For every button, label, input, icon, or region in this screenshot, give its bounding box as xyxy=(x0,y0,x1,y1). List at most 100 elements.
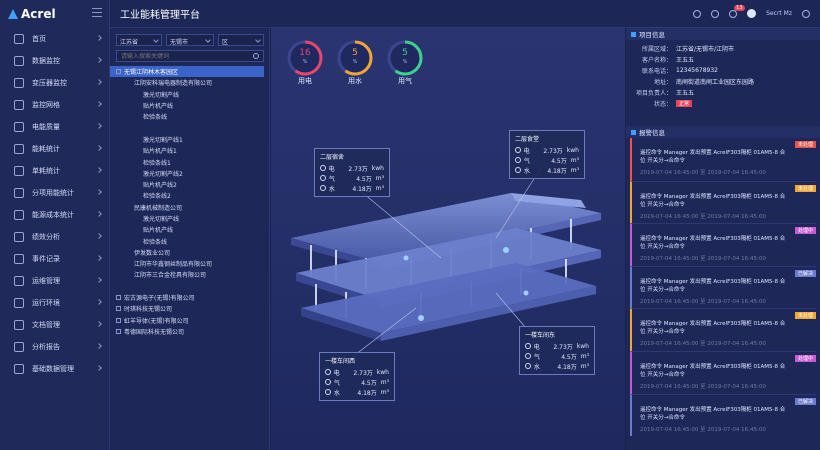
sidebar-item[interactable]: 运维管理 xyxy=(0,270,109,292)
bell-icon[interactable]: 13 xyxy=(729,4,745,18)
avatar[interactable] xyxy=(747,9,757,18)
sidebar-item[interactable]: 分析报告 xyxy=(0,336,109,358)
sidebar-item[interactable]: 首页 xyxy=(0,28,109,50)
tree-node[interactable]: 贴片机产线 xyxy=(110,100,269,111)
status-badge: 正常 xyxy=(676,100,693,107)
sidebar-item[interactable]: 监控网格 xyxy=(0,94,109,116)
metric-unit: m³ xyxy=(375,184,384,192)
tree-node[interactable]: 江阴市三合金栓具有限公司 xyxy=(110,269,269,280)
district-select[interactable]: 区 xyxy=(218,34,264,46)
user-name[interactable]: Secrt Mz xyxy=(766,10,792,17)
tree-node[interactable] xyxy=(110,281,269,292)
tree-node[interactable]: 激光切割产线1 xyxy=(110,134,269,145)
tree-node[interactable]: 无锡江阴林木客园区 xyxy=(110,66,264,78)
area-card[interactable]: 一楼车间西电 2.73万 kwh 气 4.5万 m³ 水 4.18万 m³ xyxy=(319,352,395,401)
notification-badge: 13 xyxy=(734,4,745,11)
sidebar-item[interactable]: 变压器监控 xyxy=(0,72,109,94)
metric-unit: m³ xyxy=(375,174,384,182)
sidebar-item[interactable]: 电能质量 xyxy=(0,116,109,138)
alarm-header: 报警信息 xyxy=(626,126,820,138)
chevron-icon xyxy=(96,35,102,41)
tree-node[interactable] xyxy=(110,122,269,133)
sidebar-item-label: 文档管理 xyxy=(32,321,60,329)
metric-value: 4.5万 xyxy=(561,353,577,361)
alarm-text: 遥控命令 Manager 发出预置 AcrelF303隔柜 01AM5-8 合位… xyxy=(640,321,786,336)
tree-node[interactable]: 粤德国际科技无锡公司 xyxy=(110,326,269,337)
tree-node[interactable]: 贴片机产线1 xyxy=(110,145,269,156)
area-card[interactable]: 二层宿舍电 2.73万 kwh 气 4.5万 m³ 水 4.18万 m³ xyxy=(314,148,390,197)
project-info: 所属区域： 江苏省/无锡市/江阴市 客户名称： 王五五 联系电话： 12345678932… xyxy=(626,40,820,112)
sidebar-item[interactable]: 能耗统计 xyxy=(0,138,109,160)
water-icon xyxy=(325,389,331,395)
chevron-icon xyxy=(96,343,102,349)
tree-node[interactable]: 检验条线 xyxy=(110,235,269,246)
sidebar-item[interactable]: 运行环境 xyxy=(0,292,109,314)
alarm-item[interactable]: 已解决 遥控命令 Manager 发出预置 AcrelF303隔柜 01AM5-8… xyxy=(630,393,816,437)
unit-icon xyxy=(14,166,24,176)
sidebar-item[interactable]: 基础数据管理 xyxy=(0,358,109,380)
sidebar-item-label: 首页 xyxy=(32,35,46,43)
sidebar: Acrel 首页 数据监控 变压器监控 监控网格 电能质量 能耗统计 单耗统计 分项用能统计能… xyxy=(0,0,110,450)
province-select[interactable]: 江苏省 xyxy=(116,34,162,46)
alarm-status-badge: 未处理 xyxy=(794,184,816,192)
tree-node[interactable]: 时琪科技无锡公司 xyxy=(110,303,269,314)
sidebar-item[interactable]: 分项用能统计 xyxy=(0,182,109,204)
sidebar-item[interactable]: 数据监控 xyxy=(0,50,109,72)
tree-node[interactable]: 检验条线 xyxy=(110,111,269,122)
tree-expand-icon[interactable] xyxy=(116,69,121,75)
sidebar-item[interactable]: 事件记录 xyxy=(0,248,109,270)
tree-node[interactable]: 伊发数业公司 xyxy=(110,247,269,258)
tree-node[interactable]: 激光切割产线 xyxy=(110,89,269,100)
sidebar-item[interactable]: 文档管理 xyxy=(0,314,109,336)
settings-icon[interactable] xyxy=(802,9,810,18)
sidebar-item-label: 能源成本统计 xyxy=(32,211,74,219)
tree-node[interactable]: 虹羊导体(无锡)有限公司 xyxy=(110,315,269,326)
area-card-title: 二层食堂 xyxy=(515,136,540,143)
alarm-item[interactable]: 未处理 遥控命令 Manager 发出预置 AcrelF303隔柜 01AM5-8… xyxy=(630,180,816,224)
tree-expand-icon[interactable] xyxy=(116,306,121,312)
tree-expand-icon[interactable] xyxy=(116,328,121,334)
tree-search-input[interactable] xyxy=(121,53,241,60)
tree-node[interactable]: 宏古源电子(无锡)有限公司 xyxy=(110,292,269,303)
search-icon[interactable] xyxy=(693,9,702,18)
tree-node[interactable]: 检验条线2 xyxy=(110,190,269,201)
area-card[interactable]: 一楼车间东电 2.73万 kwh 气 4.5万 m³ 水 4.18万 m³ xyxy=(519,326,595,375)
search-icon[interactable] xyxy=(253,53,259,59)
tree-node[interactable]: 激光切割产线 xyxy=(110,213,269,224)
info-icon xyxy=(631,31,636,37)
tree-node-label: 时琪科技无锡公司 xyxy=(124,306,173,314)
tree-node[interactable]: 民康机械制造公司 xyxy=(110,202,269,213)
alarm-item[interactable]: 处理中 遥控命令 Manager 发出预置 AcrelF303隔柜 01AM5-8… xyxy=(630,350,816,394)
tree-node-label: 激光切割产线 xyxy=(143,216,180,223)
tree-expand-icon[interactable] xyxy=(116,317,121,323)
help-icon[interactable] xyxy=(711,9,720,18)
tree-node[interactable]: 江阴安科瑞电器制造有限公司 xyxy=(110,77,269,88)
gas-icon xyxy=(515,157,521,163)
chevron-icon xyxy=(96,101,102,107)
chevron-icon xyxy=(96,57,102,63)
sidebar-item[interactable]: 能源成本统计 xyxy=(0,204,109,226)
area-card[interactable]: 二层食堂电 2.73万 kwh 气 4.5万 m³ 水 4.18万 m³ xyxy=(509,130,585,179)
city-select[interactable]: 无锡市 xyxy=(166,34,214,46)
tree-node-label: 无锡江阴林木客园区 xyxy=(124,69,179,77)
tree-node-label: 检验条线 xyxy=(143,238,168,246)
menu-toggle-icon[interactable] xyxy=(92,8,102,18)
alarm-item[interactable]: 处理中 遥控命令 Manager 发出预置 AcrelF303隔柜 01AM5-8… xyxy=(630,223,816,266)
tree-node[interactable]: 江阴市华鑫钢丝制品有限公司 xyxy=(110,258,269,269)
metric-unit: kwh xyxy=(376,368,389,376)
sidebar-item[interactable]: 单耗统计 xyxy=(0,160,109,182)
tree-expand-icon[interactable] xyxy=(116,295,121,301)
tree-node[interactable]: 贴片机产线2 xyxy=(110,179,269,190)
tree-node[interactable]: 检验条线1 xyxy=(110,156,269,167)
org-tree-panel: 江苏省 无锡市 区 无锡江阴林木客园区江阴安科瑞电器制造有限公司激光切割产线贴片… xyxy=(110,28,270,450)
gas-icon xyxy=(525,353,531,359)
tree-node[interactable]: 贴片机产线 xyxy=(110,224,269,235)
alarm-item[interactable]: 未处理 遥控命令 Manager 发出预置 AcrelF303隔柜 01AM5-8… xyxy=(630,138,816,181)
metric-row: 水 4.18万 m³ xyxy=(515,165,579,175)
alarm-item[interactable]: 已解决 遥控命令 Manager 发出预置 AcrelF303隔柜 01AM5-8… xyxy=(630,265,816,309)
info-row: 联系电话： 12345678932 xyxy=(626,65,820,76)
chevron-icon xyxy=(96,255,102,261)
tree-node[interactable]: 激光切割产线2 xyxy=(110,168,269,179)
alarm-item[interactable]: 未处理 遥控命令 Manager 发出预置 AcrelF303隔柜 01AM5-8… xyxy=(630,308,816,351)
sidebar-item[interactable]: 绩效分析 xyxy=(0,226,109,248)
